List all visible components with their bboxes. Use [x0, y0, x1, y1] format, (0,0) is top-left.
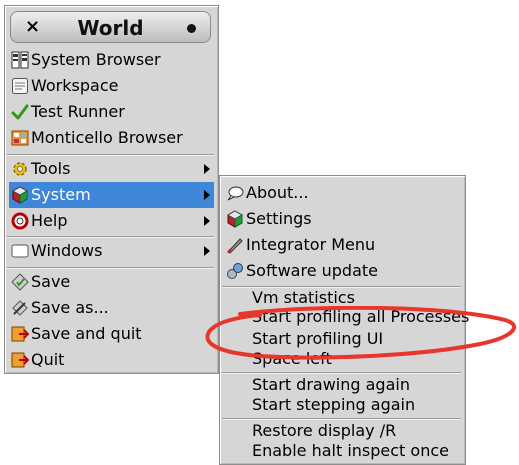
menu-item-help[interactable]: Help — [9, 208, 214, 234]
menu-item-test-runner[interactable]: Test Runner — [9, 99, 214, 125]
system-browser-icon — [11, 51, 29, 69]
menu-item-tools[interactable]: Tools — [9, 156, 214, 182]
menu-item-system[interactable]: System — [9, 182, 214, 208]
menu-item-label: System — [31, 185, 91, 204]
save-quit-icon — [11, 326, 29, 342]
save-as-icon — [12, 300, 28, 316]
menu-item-quit[interactable]: Quit — [9, 347, 214, 373]
menu-item-label: Quit — [31, 350, 65, 369]
menu-item-label: About... — [246, 183, 309, 202]
menu-item-label: Save as... — [31, 298, 109, 317]
menu-item-label: Workspace — [31, 76, 119, 95]
menu-item-save-as[interactable]: Save as... — [9, 295, 214, 321]
workspace-icon — [12, 78, 28, 94]
update-icon — [227, 263, 243, 279]
menu-item-monticello-browser[interactable]: Monticello Browser — [9, 125, 214, 151]
menu-item-label: Help — [31, 211, 68, 230]
submenu-arrow-icon — [204, 216, 210, 226]
submenu-arrow-icon — [204, 190, 210, 200]
menu-item-label: Settings — [246, 209, 312, 228]
menu-item-label: Start drawing again — [252, 375, 410, 394]
menu-item-label: Software update — [246, 261, 378, 280]
checkmark-icon — [11, 104, 29, 120]
menu-item-start-stepping-again[interactable]: Start stepping again — [224, 394, 461, 416]
world-menu-title-bar: × World — [10, 11, 211, 43]
red-annotation-ellipse — [205, 306, 517, 360]
submenu-arrow-icon — [204, 246, 210, 256]
menu-item-label: Integrator Menu — [246, 235, 376, 254]
menu-item-save-and-quit[interactable]: Save and quit — [9, 321, 214, 347]
menu-item-enable-halt-inspect-once[interactable]: Enable halt inspect once — [224, 440, 461, 462]
save-icon — [11, 273, 29, 291]
menu-item-label: Tools — [31, 159, 71, 178]
menu-item-label: Save and quit — [31, 324, 142, 343]
menu-item-label: Enable halt inspect once — [252, 441, 449, 460]
menu-item-label: Save — [31, 272, 71, 291]
speech-bubble-icon — [227, 186, 244, 201]
menu-item-label: Test Runner — [31, 102, 125, 121]
quit-icon — [11, 352, 29, 368]
menu-item-software-update[interactable]: Software update — [224, 258, 461, 284]
lifebuoy-icon — [11, 212, 29, 230]
menu-item-label: Windows — [31, 241, 103, 260]
gear-icon — [13, 162, 27, 176]
menu-item-label: Start stepping again — [252, 395, 416, 414]
menu-item-save[interactable]: Save — [9, 269, 214, 295]
brush-icon — [227, 238, 243, 254]
window-icon — [11, 244, 29, 258]
cube-icon — [11, 186, 29, 204]
menu-item-system-browser[interactable]: System Browser — [9, 47, 214, 73]
submenu-arrow-icon — [204, 164, 210, 174]
monticello-icon — [11, 130, 29, 146]
menu-item-restore-display[interactable]: Restore display /R — [224, 420, 461, 442]
world-menu-title: World — [77, 16, 144, 40]
menu-item-settings[interactable]: Settings — [224, 206, 461, 232]
menu-item-label: Monticello Browser — [31, 128, 183, 147]
menu-item-label: Restore display /R — [252, 421, 397, 440]
menu-item-integrator-menu[interactable]: Integrator Menu — [224, 232, 461, 258]
pin-icon[interactable] — [187, 24, 196, 33]
cube-icon — [226, 210, 244, 228]
menu-item-about[interactable]: About... — [224, 180, 461, 206]
menu-item-windows[interactable]: Windows — [9, 238, 214, 264]
menu-item-workspace[interactable]: Workspace — [9, 73, 214, 99]
menu-item-start-drawing-again[interactable]: Start drawing again — [224, 374, 461, 396]
menu-item-label: System Browser — [31, 50, 161, 69]
world-menu: × World System Browser Workspace Test Ru… — [4, 5, 219, 374]
